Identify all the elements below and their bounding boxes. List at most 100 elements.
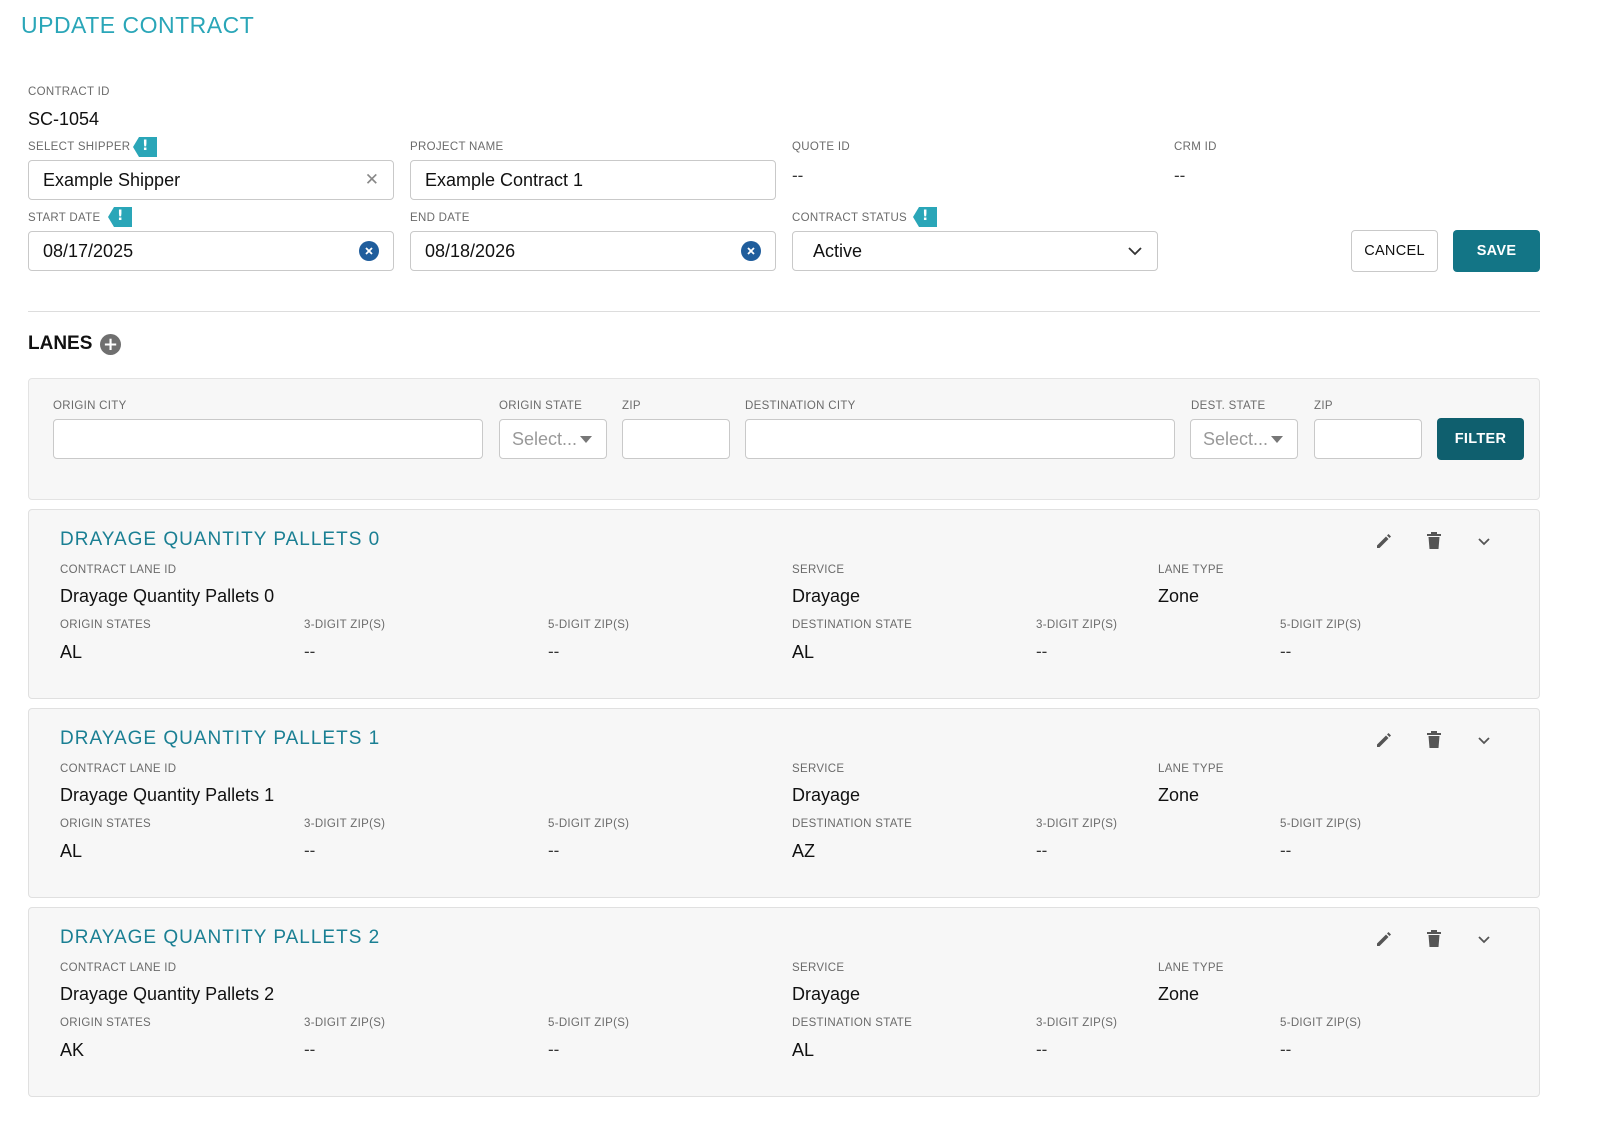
dest-zip5-label: 5-DIGIT ZIP(S) [1280, 1017, 1362, 1029]
lane-id-value: Drayage Quantity Pallets 1 [60, 785, 275, 805]
edit-icon[interactable] [1373, 530, 1395, 552]
dest-zip5-label: 5-DIGIT ZIP(S) [1280, 619, 1362, 631]
lane-id-label: CONTRACT LANE ID [60, 564, 177, 576]
start-date-input[interactable]: 08/17/2025 [28, 231, 394, 271]
origin-states-value: AK [60, 1040, 85, 1060]
save-button[interactable]: SAVE [1453, 230, 1540, 272]
dest-zip3-value: -- [1036, 1040, 1048, 1059]
origin-states-label: ORIGIN STATES [60, 1017, 152, 1029]
dest-zip5-value: -- [1280, 841, 1292, 860]
lane-card: DRAYAGE QUANTITY PALLETS 1 CONTRACT LANE… [28, 708, 1540, 898]
chevron-down-icon[interactable] [1473, 729, 1495, 751]
dest-zip5-value: -- [1280, 1040, 1292, 1059]
destination-state-value: AL [792, 642, 815, 662]
dest-zip3-value: -- [1036, 642, 1048, 661]
chevron-down-icon[interactable] [1473, 928, 1495, 950]
origin-zip5-value: -- [548, 1040, 560, 1059]
lane-title[interactable]: DRAYAGE QUANTITY PALLETS 0 [60, 529, 380, 551]
clear-icon[interactable]: ✕ [365, 170, 379, 190]
origin-zip3-label: 3-DIGIT ZIP(S) [304, 818, 386, 830]
delete-icon[interactable] [1423, 530, 1445, 552]
required-flag-icon: ! [913, 207, 937, 227]
delete-icon[interactable] [1423, 729, 1445, 751]
service-label: SERVICE [792, 564, 845, 576]
clear-date-icon[interactable] [359, 241, 379, 261]
origin-zip5-label: 5-DIGIT ZIP(S) [548, 1017, 630, 1029]
origin-zip3-label: 3-DIGIT ZIP(S) [304, 1017, 386, 1029]
delete-icon[interactable] [1423, 928, 1445, 950]
start-date-value: 08/17/2025 [43, 240, 134, 261]
add-lane-icon[interactable]: + [100, 334, 121, 355]
origin-state-label: ORIGIN STATE [499, 400, 583, 412]
destination-city-input[interactable] [745, 419, 1175, 459]
project-name-input[interactable]: Example Contract 1 [410, 160, 776, 200]
lane-id-label: CONTRACT LANE ID [60, 962, 177, 974]
origin-state-select[interactable]: Select... [499, 419, 607, 459]
edit-icon[interactable] [1373, 729, 1395, 751]
lane-type-label: LANE TYPE [1158, 962, 1224, 974]
dest-zip3-value: -- [1036, 841, 1048, 860]
dest-state-select[interactable]: Select... [1190, 419, 1298, 459]
service-value: Drayage [792, 586, 861, 606]
quote-label: QUOTE ID [792, 141, 850, 153]
origin-states-value: AL [60, 642, 83, 662]
project-label: PROJECT NAME [410, 141, 504, 153]
edit-icon[interactable] [1373, 928, 1395, 950]
origin-states-value: AL [60, 841, 83, 861]
filter-button[interactable]: FILTER [1437, 418, 1524, 460]
lane-id-value: Drayage Quantity Pallets 2 [60, 984, 275, 1004]
destination-state-label: DESTINATION STATE [792, 818, 913, 830]
lane-type-label: LANE TYPE [1158, 763, 1224, 775]
end-date-value: 08/18/2026 [425, 240, 516, 261]
service-label: SERVICE [792, 962, 845, 974]
contract-status-select[interactable]: Active [792, 231, 1158, 271]
contract-id-label: CONTRACT ID [28, 86, 110, 98]
lane-id-value: Drayage Quantity Pallets 0 [60, 586, 275, 606]
page-title: UPDATE CONTRACT [21, 12, 255, 38]
lane-type-value: Zone [1158, 785, 1200, 805]
origin-city-input[interactable] [53, 419, 483, 459]
dest-zip-input[interactable] [1314, 419, 1422, 459]
lane-title[interactable]: DRAYAGE QUANTITY PALLETS 2 [60, 927, 380, 949]
origin-zip5-value: -- [548, 841, 560, 860]
dest-state-label: DEST. STATE [1191, 400, 1266, 412]
lane-title[interactable]: DRAYAGE QUANTITY PALLETS 1 [60, 728, 380, 750]
chevron-down-icon[interactable] [1473, 530, 1495, 552]
shipper-value: Example Shipper [43, 169, 181, 190]
dest-zip3-label: 3-DIGIT ZIP(S) [1036, 1017, 1118, 1029]
dest-zip5-value: -- [1280, 642, 1292, 661]
shipper-select[interactable]: Example Shipper ✕ [28, 160, 394, 200]
origin-zip-input[interactable] [622, 419, 730, 459]
origin-states-label: ORIGIN STATES [60, 619, 152, 631]
origin-zip3-label: 3-DIGIT ZIP(S) [304, 619, 386, 631]
cancel-button[interactable]: CANCEL [1351, 230, 1438, 272]
origin-zip5-value: -- [548, 642, 560, 661]
caret-down-icon [580, 436, 592, 443]
service-value: Drayage [792, 984, 861, 1004]
origin-city-label: ORIGIN CITY [53, 400, 127, 412]
destination-city-label: DESTINATION CITY [745, 400, 856, 412]
lane-type-value: Zone [1158, 586, 1200, 606]
contract-id-value: SC-1054 [28, 109, 100, 129]
dest-zip3-label: 3-DIGIT ZIP(S) [1036, 619, 1118, 631]
contract-status-value: Active [813, 240, 863, 261]
dest-zip3-label: 3-DIGIT ZIP(S) [1036, 818, 1118, 830]
dest-state-placeholder: Select... [1203, 428, 1269, 449]
lane-card: DRAYAGE QUANTITY PALLETS 2 CONTRACT LANE… [28, 907, 1540, 1097]
project-name-value: Example Contract 1 [425, 169, 584, 190]
service-value: Drayage [792, 785, 861, 805]
lane-id-label: CONTRACT LANE ID [60, 763, 177, 775]
dest-zip5-label: 5-DIGIT ZIP(S) [1280, 818, 1362, 830]
end-date-input[interactable]: 08/18/2026 [410, 231, 776, 271]
lanes-title: LANES [28, 333, 93, 354]
lane-card: DRAYAGE QUANTITY PALLETS 0 CONTRACT LANE… [28, 509, 1540, 699]
quote-value: -- [792, 166, 804, 185]
lane-type-label: LANE TYPE [1158, 564, 1224, 576]
crm-label: CRM ID [1174, 141, 1217, 153]
caret-down-icon [1271, 436, 1283, 443]
destination-state-value: AL [792, 1040, 815, 1060]
origin-states-label: ORIGIN STATES [60, 818, 152, 830]
dest-zip-label: ZIP [1314, 400, 1333, 412]
clear-date-icon[interactable] [741, 241, 761, 261]
lane-filter-panel: ORIGIN CITY ORIGIN STATE Select... ZIP D… [28, 378, 1540, 500]
